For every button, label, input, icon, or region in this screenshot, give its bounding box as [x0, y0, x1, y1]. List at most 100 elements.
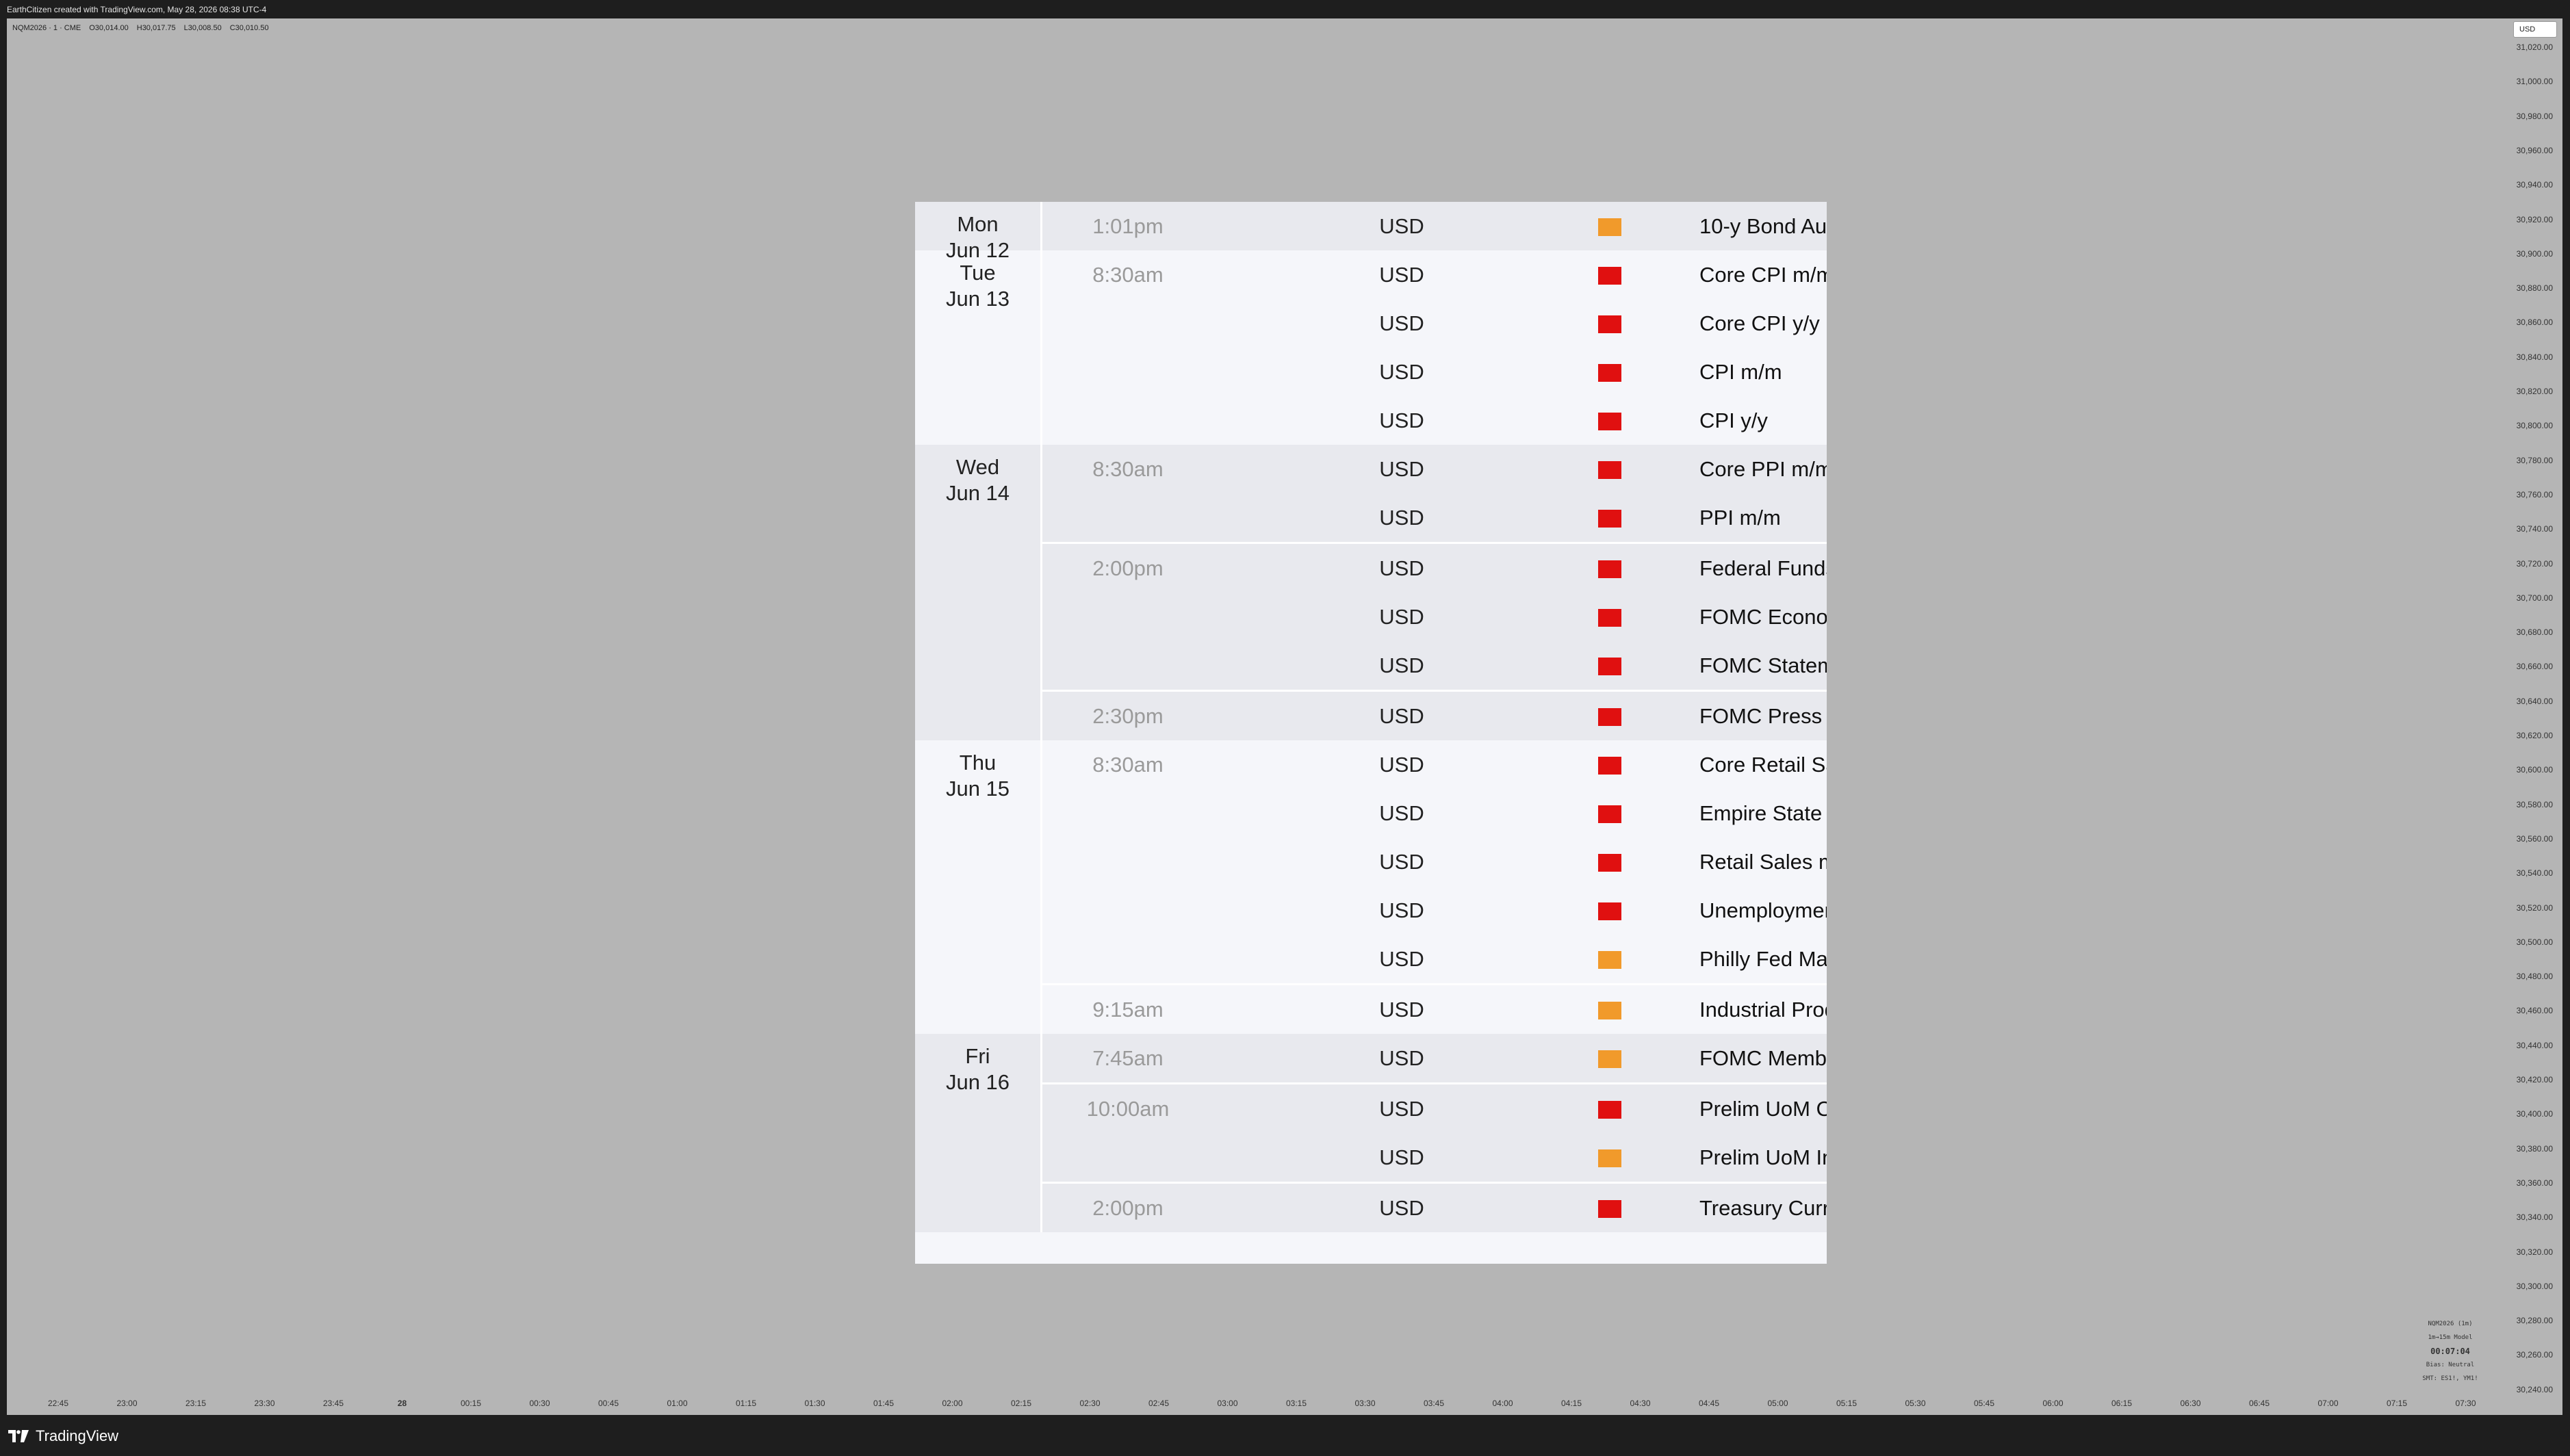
time-tick: 05:00 — [1767, 1399, 1788, 1408]
event-currency: USD — [1379, 1046, 1424, 1070]
time-tick: 04:00 — [1492, 1399, 1513, 1408]
time-tick: 02:45 — [1148, 1399, 1170, 1408]
event-row: USD FOMC Statement — [1042, 641, 1827, 690]
economic-calendar-image: MonJun 121:01pmUSD10-y Bond AuctionTueJu… — [915, 202, 1827, 1264]
price-tick: 31,000.00 — [2516, 77, 2553, 87]
price-tick: 30,340.00 — [2516, 1212, 2553, 1223]
symbol-legend[interactable]: NQM2026 · 1 · CME O30,014.00 H30,017.75 … — [12, 24, 269, 32]
event-currency: USD — [1379, 947, 1424, 971]
price-tick: 30,900.00 — [2516, 248, 2553, 259]
price-tick: 30,760.00 — [2516, 489, 2553, 499]
price-tick: 30,980.00 — [2516, 111, 2553, 121]
event-title: CPI y/y — [1699, 408, 1768, 432]
medium-impact-folder-icon — [1598, 218, 1621, 236]
event-title: FOMC Statement — [1699, 653, 1827, 677]
time-tick: 04:45 — [1698, 1399, 1720, 1408]
tradingview-logo[interactable]: TradingView — [8, 1427, 118, 1445]
price-tick: 30,640.00 — [2516, 696, 2553, 706]
top-bar: EarthCitizen created with TradingView.co… — [0, 0, 2570, 18]
status-symbol: NQM2026 (1m) — [2428, 1321, 2473, 1327]
time-tick: 02:00 — [942, 1399, 963, 1408]
time-tick: 05:45 — [1973, 1399, 1995, 1408]
time-tick: 23:00 — [116, 1399, 138, 1408]
close-value: C30,010.50 — [229, 24, 269, 32]
event-row: USD Empire State Manufacturing Index — [1042, 789, 1827, 837]
event-row: 8:30am USD Core CPI m/m — [1042, 250, 1827, 299]
event-title: Treasury Currency Report — [1699, 1196, 1827, 1220]
event-time: 8:30am — [1092, 457, 1164, 481]
time-tick: 03:45 — [1423, 1399, 1445, 1408]
event-currency: USD — [1379, 506, 1424, 530]
time-tick: 23:15 — [185, 1399, 207, 1408]
event-row: 2:30pm USD FOMC Press Conference — [1042, 692, 1827, 740]
price-tick: 30,600.00 — [2516, 765, 2553, 775]
price-tick: 30,300.00 — [2516, 1281, 2553, 1291]
high-impact-folder-icon — [1598, 267, 1621, 285]
event-currency: USD — [1379, 753, 1424, 777]
price-tick: 30,520.00 — [2516, 902, 2553, 913]
event-currency: USD — [1379, 704, 1424, 728]
medium-impact-folder-icon — [1598, 1149, 1621, 1167]
event-row: USD Retail Sales m/m — [1042, 837, 1827, 886]
price-tick: 30,820.00 — [2516, 387, 2553, 396]
status-box: NQM2026 (1m) 1m→15m Model 00:07:04 Bias:… — [2409, 1317, 2491, 1386]
event-time: 8:30am — [1092, 753, 1164, 777]
high-impact-folder-icon — [1598, 315, 1621, 333]
event-title: Unemployment Claims — [1699, 898, 1827, 922]
event-title: Industrial Production m/m — [1699, 998, 1827, 1022]
time-tick: 06:00 — [2042, 1399, 2064, 1408]
event-title: CPI m/m — [1699, 360, 1782, 384]
high-impact-folder-icon — [1598, 609, 1621, 627]
medium-impact-folder-icon — [1598, 951, 1621, 969]
price-tick: 30,620.00 — [2516, 731, 2553, 740]
open-value: O30,014.00 — [89, 24, 129, 32]
price-tick: 30,280.00 — [2516, 1316, 2553, 1326]
time-tick: 04:15 — [1560, 1399, 1582, 1408]
day-name: Mon — [957, 212, 999, 236]
time-tick: 28 — [397, 1399, 407, 1408]
time-tick: 03:00 — [1217, 1399, 1238, 1408]
day-label: Thu Jun 15 — [915, 740, 1042, 1034]
time-tick: 03:30 — [1354, 1399, 1376, 1408]
high-impact-folder-icon — [1598, 560, 1621, 578]
time-tick: 01:45 — [873, 1399, 895, 1408]
event-time: 1:01pm — [1092, 214, 1164, 238]
event-row: USD Philly Fed Manufacturing Index — [1042, 935, 1827, 983]
event-title: Core CPI y/y — [1699, 311, 1820, 335]
high-impact-folder-icon — [1598, 364, 1621, 382]
day-name: Fri — [965, 1044, 990, 1068]
event-currency: USD — [1379, 998, 1424, 1022]
low-value: L30,008.50 — [183, 24, 222, 32]
event-currency: USD — [1379, 1145, 1424, 1169]
price-tick: 30,400.00 — [2516, 1109, 2553, 1119]
symbol-name[interactable]: NQM2026 · 1 · CME — [12, 24, 81, 32]
time-tick: 01:30 — [804, 1399, 825, 1408]
price-axis[interactable]: 31,020.00 31,000.00 30,980.00 30,960.00 30,9… — [2501, 18, 2562, 1415]
event-currency: USD — [1379, 1196, 1424, 1220]
price-tick: 30,880.00 — [2516, 283, 2553, 294]
time-tick: 23:30 — [254, 1399, 275, 1408]
time-axis[interactable]: 22:45 23:00 23:15 23:30 23:45 28 00:15 00:30 00:… — [7, 1396, 2484, 1411]
event-time: 2:30pm — [1092, 704, 1164, 728]
chart-area[interactable]: NQM2026 · 1 · CME O30,014.00 H30,017.75 … — [7, 18, 2562, 1415]
bottom-bar: TradingView — [0, 1415, 2570, 1456]
status-bias: Bias: Neutral — [2426, 1362, 2475, 1368]
event-currency: USD — [1379, 850, 1424, 874]
price-tick: 30,540.00 — [2516, 868, 2553, 879]
day-name: Thu — [959, 751, 997, 775]
high-impact-folder-icon — [1598, 757, 1621, 775]
time-tick: 06:15 — [2111, 1399, 2133, 1408]
price-tick: 30,920.00 — [2516, 214, 2553, 224]
event-currency: USD — [1379, 605, 1424, 629]
high-impact-folder-icon — [1598, 510, 1621, 528]
event-row: 10:00am USD Prelim UoM Consumer Sentiment — [1042, 1084, 1827, 1133]
event-title: PPI m/m — [1699, 506, 1781, 530]
high-impact-folder-icon — [1598, 1200, 1621, 1218]
event-title: Core CPI m/m — [1699, 263, 1827, 287]
event-row: 2:00pm USD Treasury Currency Report — [1042, 1184, 1827, 1232]
event-row: USD CPI y/y — [1042, 396, 1827, 445]
high-value: H30,017.75 — [136, 24, 176, 32]
bar-countdown: 00:07:04 — [2430, 1347, 2470, 1356]
day-name: Tue — [960, 261, 996, 285]
day-date: Jun 14 — [945, 481, 1010, 505]
